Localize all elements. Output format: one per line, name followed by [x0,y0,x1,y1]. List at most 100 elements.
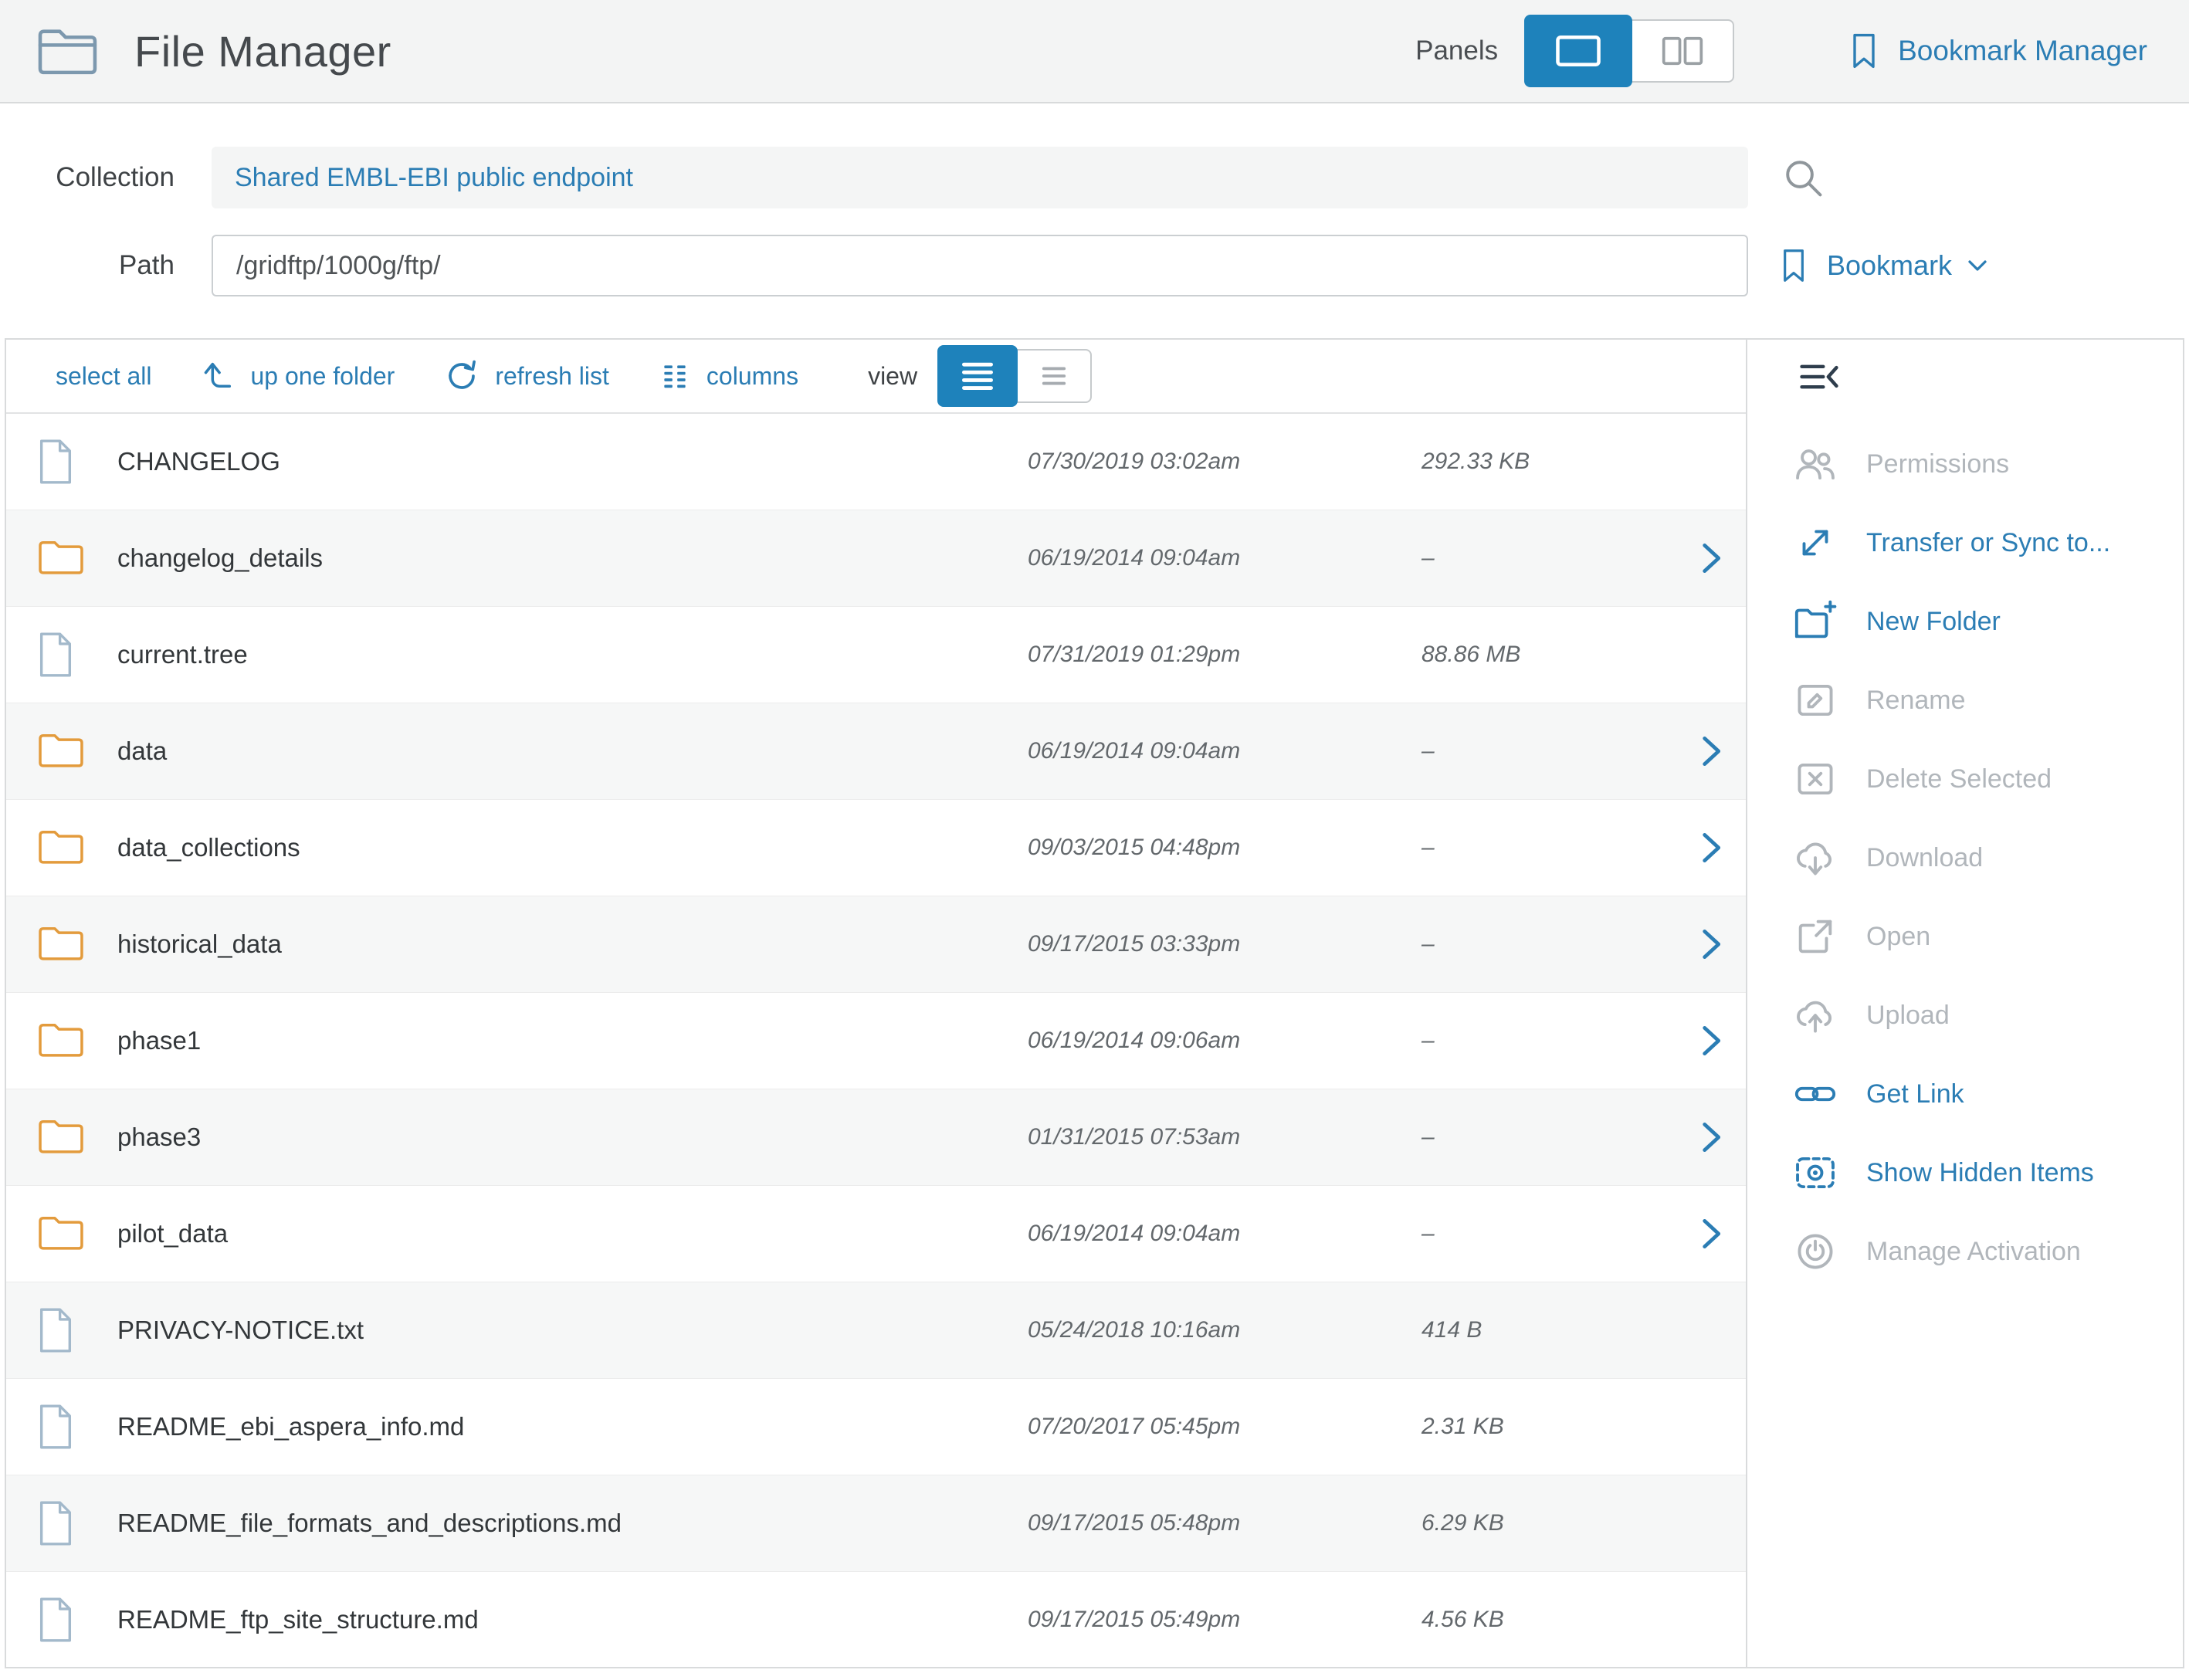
chevron-right-icon[interactable] [1676,1214,1746,1253]
file-row[interactable]: PRIVACY-NOTICE.txt 05/24/2018 10:16am 41… [6,1282,1746,1379]
file-name: changelog_details [117,544,1028,573]
delete-icon [1791,754,1840,804]
bookmark-icon [1781,246,1807,285]
bookmark-dropdown[interactable]: Bookmark [1781,246,1989,285]
file-date: 06/19/2014 09:04am [1028,738,1421,764]
file-name: README_ftp_site_structure.md [117,1605,1028,1634]
file-icon [37,1306,74,1354]
folder-icon [37,1117,85,1157]
chevron-right-icon[interactable] [1676,732,1746,771]
columns-button[interactable]: columns [659,360,798,392]
action-permissions: Permissions [1747,425,2183,503]
action-transfer[interactable]: Transfer or Sync to... [1747,503,2183,582]
action-new-folder[interactable]: New Folder [1747,582,2183,661]
bookmark-icon [1850,31,1878,71]
open-icon [1791,912,1840,961]
actions-sidebar: Permissions Transfer or Sync to... New F… [1746,340,2183,1667]
upload-icon [1791,991,1840,1040]
collapse-panel-icon[interactable] [1797,358,1842,395]
transfer-icon [1791,518,1840,567]
file-size: – [1421,1124,1676,1150]
chevron-right-icon[interactable] [1676,925,1746,964]
file-size: – [1421,738,1676,764]
file-icon [37,1499,74,1547]
file-toolbar: select all up one folder [6,340,1746,414]
file-icon [37,631,74,679]
file-icon [37,438,74,486]
actions-list: Permissions Transfer or Sync to... New F… [1747,425,2183,1291]
bookmark-label: Bookmark [1827,249,1952,282]
file-date: 05/24/2018 10:16am [1028,1317,1421,1343]
panels-label: Panels [1415,36,1498,66]
view-label: view [868,362,917,391]
file-date: 09/17/2015 03:33pm [1028,931,1421,957]
file-icon [37,1403,74,1451]
refresh-list-button[interactable]: refresh list [444,358,609,394]
file-size: 2.31 KB [1421,1414,1676,1440]
folder-icon [37,1021,85,1061]
download-icon [1791,833,1840,882]
file-row[interactable]: README_ftp_site_structure.md 09/17/2015 … [6,1572,1746,1667]
chevron-right-icon[interactable] [1676,539,1746,578]
file-row[interactable]: phase1 06/19/2014 09:06am – [6,993,1746,1089]
refresh-icon [444,358,479,394]
file-row[interactable]: data 06/19/2014 09:04am – [6,703,1746,800]
file-name: PRIVACY-NOTICE.txt [117,1316,1028,1345]
folder-icon [37,828,85,868]
up-one-folder-icon [202,359,236,393]
file-row[interactable]: CHANGELOG 07/30/2019 03:02am 292.33 KB [6,414,1746,510]
file-name: current.tree [117,640,1028,669]
file-name: phase1 [117,1026,1028,1055]
chevron-right-icon[interactable] [1676,1021,1746,1060]
chevron-right-icon[interactable] [1676,1118,1746,1157]
up-one-folder-button[interactable]: up one folder [202,359,395,393]
folder-icon [37,731,85,771]
file-row[interactable]: README_file_formats_and_descriptions.md … [6,1475,1746,1572]
panels-toggle-group: Panels [1415,15,1734,87]
action-upload: Upload [1747,976,2183,1055]
file-size: – [1421,931,1676,957]
eye-icon [1791,1148,1840,1197]
action-get-link[interactable]: Get Link [1747,1055,2183,1133]
page-title: File Manager [134,26,391,76]
main-box: select all up one folder [5,338,2184,1668]
file-size: – [1421,1221,1676,1247]
bookmark-manager-link[interactable]: Bookmark Manager [1850,31,2147,71]
new-folder-icon [1791,597,1840,646]
collection-field[interactable]: Shared EMBL-EBI public endpoint [212,147,1748,208]
file-row[interactable]: README_ebi_aspera_info.md 07/20/2017 05:… [6,1379,1746,1475]
chevron-down-icon [1966,258,1989,273]
file-date: 07/30/2019 03:02am [1028,449,1421,475]
file-list: CHANGELOG 07/30/2019 03:02am 292.33 KB c… [6,414,1746,1667]
file-row[interactable]: phase3 01/31/2015 07:53am – [6,1089,1746,1186]
file-date: 07/31/2019 01:29pm [1028,642,1421,668]
single-panel-button[interactable] [1524,15,1632,87]
folder-icon [37,924,85,964]
list-view-button[interactable] [937,345,1018,407]
select-all-button[interactable]: select all [56,362,152,391]
file-manager-logo-icon [34,22,105,80]
path-input[interactable] [212,235,1748,296]
permissions-icon [1791,439,1840,489]
file-date: 06/19/2014 09:06am [1028,1028,1421,1054]
columns-icon [659,360,691,392]
file-row[interactable]: pilot_data 06/19/2014 09:04am – [6,1186,1746,1282]
file-row[interactable]: changelog_details 06/19/2014 09:04am – [6,510,1746,607]
detail-view-button[interactable] [1016,349,1092,403]
file-row[interactable]: data_collections 09/03/2015 04:48pm – [6,800,1746,896]
file-size: – [1421,1028,1676,1054]
file-size: 4.56 KB [1421,1607,1676,1633]
file-icon [37,1596,74,1644]
action-delete-selected: Delete Selected [1747,740,2183,818]
action-show-hidden-items[interactable]: Show Hidden Items [1747,1133,2183,1212]
file-name: README_file_formats_and_descriptions.md [117,1509,1028,1538]
file-row[interactable]: historical_data 09/17/2015 03:33pm – [6,896,1746,993]
search-icon[interactable] [1781,155,1825,200]
file-name: data [117,737,1028,766]
file-name: phase3 [117,1123,1028,1152]
file-name: data_collections [117,833,1028,862]
file-date: 06/19/2014 09:04am [1028,1221,1421,1247]
dual-panel-button[interactable] [1631,19,1734,83]
file-row[interactable]: current.tree 07/31/2019 01:29pm 88.86 MB [6,607,1746,703]
chevron-right-icon[interactable] [1676,828,1746,867]
